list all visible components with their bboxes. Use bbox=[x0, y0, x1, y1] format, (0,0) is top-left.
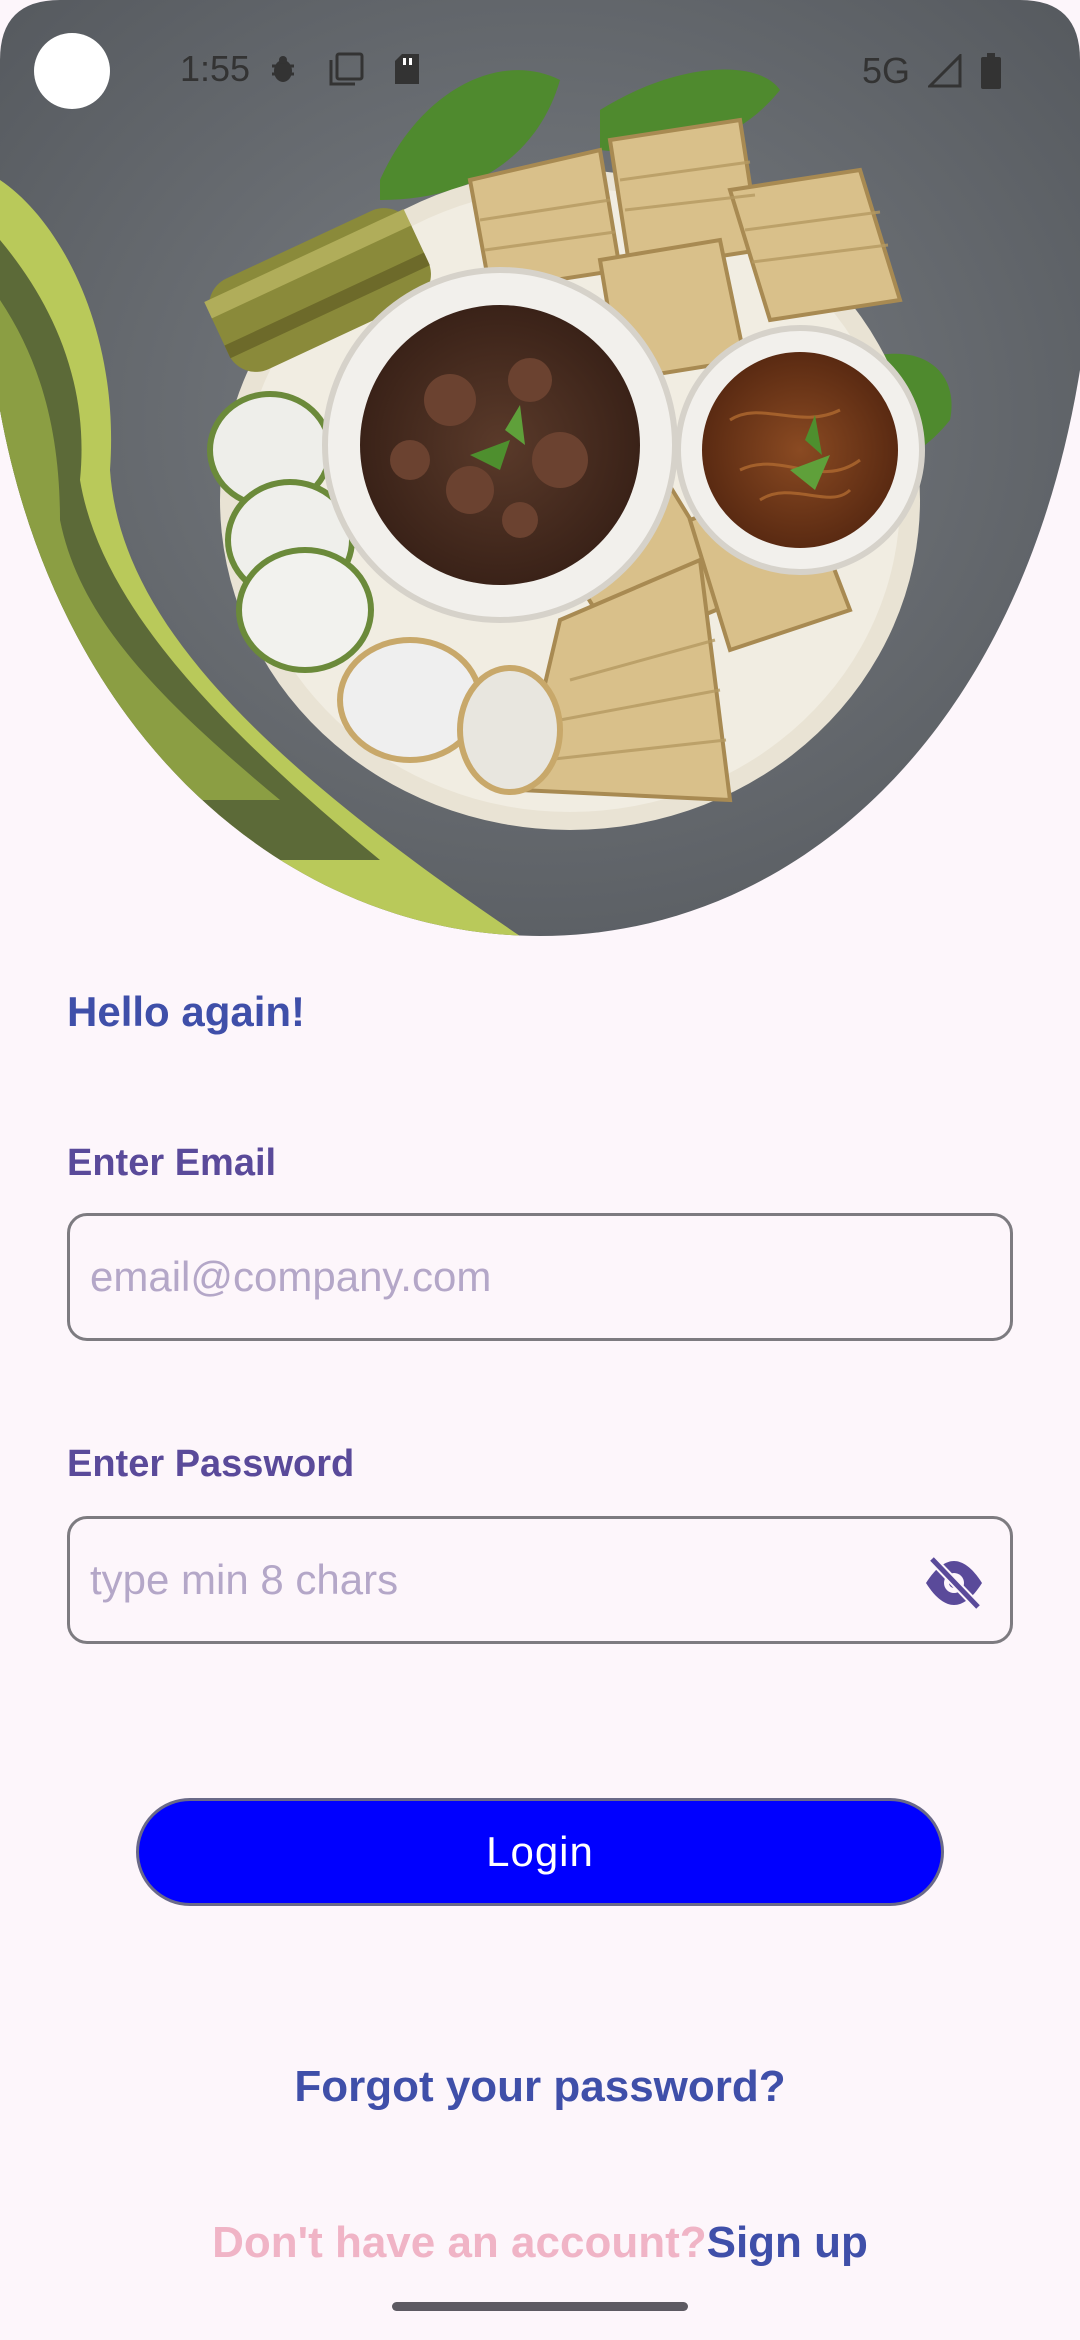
camera-cutout bbox=[34, 33, 110, 109]
eye-off-icon[interactable] bbox=[922, 1555, 986, 1611]
sd-card-icon bbox=[395, 54, 419, 84]
status-icons-left bbox=[268, 52, 420, 86]
password-field[interactable] bbox=[90, 1556, 1010, 1604]
bug-icon bbox=[272, 56, 294, 82]
battery-icon bbox=[981, 53, 1001, 89]
home-indicator[interactable] bbox=[392, 2302, 688, 2311]
signup-row: Don't have an account?Sign up bbox=[0, 2218, 1080, 2268]
email-field-container[interactable] bbox=[67, 1213, 1013, 1341]
email-field[interactable] bbox=[90, 1253, 1010, 1301]
signal-icon bbox=[928, 54, 962, 88]
status-time: 1:55 bbox=[180, 48, 251, 89]
status-bar: 1:55 5G bbox=[0, 0, 1080, 140]
forgot-password-link[interactable]: Forgot your password? bbox=[0, 2062, 1080, 2112]
hero-image bbox=[0, 0, 1080, 936]
signup-link[interactable]: Sign up bbox=[707, 2218, 868, 2267]
password-field-container[interactable] bbox=[67, 1516, 1013, 1644]
login-button[interactable]: Login bbox=[136, 1798, 944, 1906]
signup-prompt: Don't have an account? bbox=[212, 2218, 707, 2267]
status-icons-right: 5G bbox=[862, 50, 1002, 92]
food-platter-image bbox=[0, 0, 1080, 936]
greeting-title: Hello again! bbox=[67, 988, 306, 1035]
network-type: 5G bbox=[861, 50, 910, 91]
copy-icon bbox=[329, 52, 364, 86]
email-label: Enter Email bbox=[67, 1142, 277, 1184]
password-label: Enter Password bbox=[67, 1443, 355, 1485]
